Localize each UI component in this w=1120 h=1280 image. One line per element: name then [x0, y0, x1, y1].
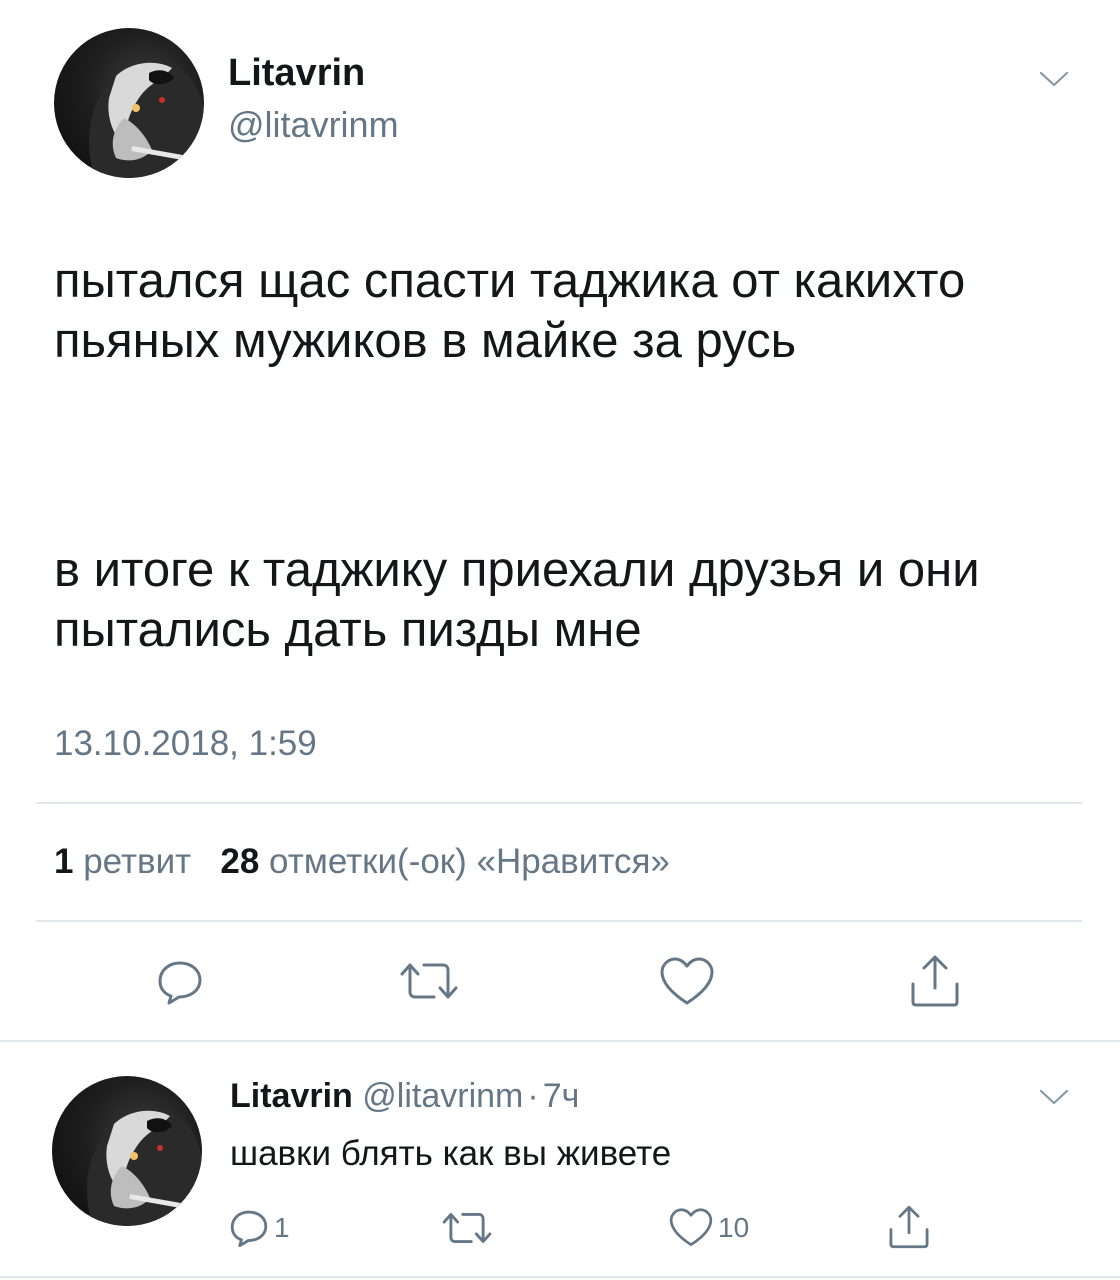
- share-icon: [889, 1205, 929, 1249]
- reply-separator: ·: [527, 1077, 539, 1115]
- tweet-menu-button[interactable]: [1036, 66, 1072, 92]
- chevron-down-icon: [1039, 1089, 1069, 1105]
- divider-end: [0, 1276, 1120, 1278]
- chevron-down-icon: [1039, 71, 1069, 87]
- divider-middle: [36, 920, 1082, 922]
- reply-author-handle[interactable]: @litavrinm: [362, 1077, 523, 1115]
- retweet-button[interactable]: [394, 956, 464, 1006]
- reply-text: шавки блять как вы живете: [230, 1134, 672, 1173]
- tweet-timestamp[interactable]: 13.10.2018, 1:59: [54, 724, 317, 764]
- tweet-stats: 1 ретвит 28 отметки(-ок) «Нравится»: [54, 842, 670, 882]
- tweet-text-paragraph-1: пытался щас спасти таджика от какихто пь…: [54, 254, 966, 368]
- heart-icon: [660, 957, 714, 1005]
- reply-time[interactable]: 7ч: [543, 1077, 580, 1115]
- divider-top: [36, 802, 1082, 804]
- share-button[interactable]: [904, 952, 966, 1010]
- retweets-stat[interactable]: 1 ретвит: [54, 842, 191, 881]
- retweets-label: ретвит: [83, 842, 192, 881]
- retweet-icon: [400, 963, 458, 999]
- reply-header: Litavrin @litavrinm · 7ч: [230, 1077, 579, 1116]
- like-button[interactable]: [655, 955, 719, 1009]
- reply-share-button[interactable]: [884, 1203, 934, 1251]
- reply-author-name[interactable]: Litavrin: [230, 1077, 353, 1115]
- retweet-icon: [442, 1212, 492, 1244]
- heart-icon: [669, 1208, 713, 1247]
- share-icon: [911, 955, 959, 1007]
- reply-reply-count: 1: [274, 1212, 290, 1243]
- author-avatar[interactable]: [54, 28, 204, 178]
- author-name[interactable]: Litavrin: [228, 52, 365, 95]
- likes-label: отметки(-ок) «Нравится»: [269, 842, 670, 881]
- reply-reply-button[interactable]: 1: [228, 1206, 312, 1250]
- divider-bottom: [0, 1040, 1120, 1042]
- author-handle[interactable]: @litavrinm: [228, 104, 399, 146]
- reply-like-button[interactable]: 10: [668, 1206, 768, 1250]
- likes-count: 28: [220, 842, 260, 881]
- reply-author-avatar[interactable]: [52, 1076, 202, 1226]
- likes-stat[interactable]: 28 отметки(-ок) «Нравится»: [220, 842, 670, 881]
- dog-avatar-icon: [87, 1110, 202, 1226]
- reply-icon: [230, 1210, 268, 1248]
- tweet-text-paragraph-2: в итоге к таджику приехали друзья и они …: [54, 543, 980, 657]
- reply-like-count: 10: [718, 1212, 750, 1243]
- reply-menu-button[interactable]: [1036, 1084, 1072, 1110]
- reply-button[interactable]: [150, 955, 210, 1009]
- reply-retweet-button[interactable]: [436, 1206, 498, 1250]
- dog-avatar-icon: [89, 62, 204, 178]
- reply-icon: [158, 961, 202, 1005]
- retweets-count: 1: [54, 842, 74, 881]
